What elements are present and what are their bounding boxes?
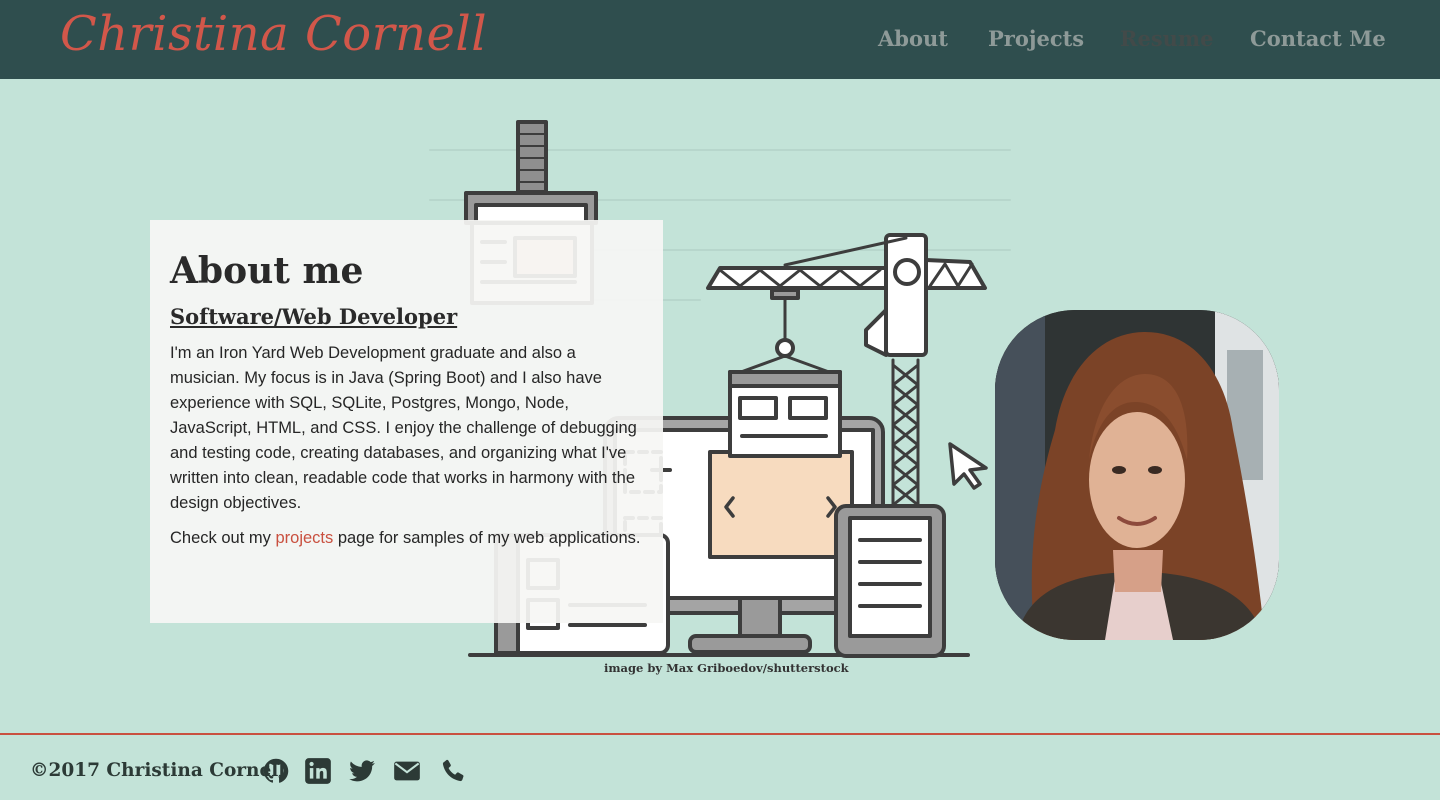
nav-resume[interactable]: Resume bbox=[1120, 26, 1214, 51]
cta-text-before: Check out my bbox=[170, 529, 276, 547]
linkedin-icon[interactable] bbox=[304, 757, 332, 785]
envelope-icon[interactable] bbox=[393, 757, 421, 785]
portrait-image bbox=[995, 310, 1279, 640]
profile-photo bbox=[995, 310, 1279, 640]
nav-projects[interactable]: Projects bbox=[988, 26, 1084, 51]
site-header: Christina Cornell About Projects Resume … bbox=[0, 0, 1440, 79]
copyright-text: ©2017 Christina Cornell bbox=[30, 760, 286, 781]
cta-text-after: page for samples of my web applications. bbox=[333, 529, 641, 547]
projects-cta: Check out my projects page for samples o… bbox=[170, 526, 643, 551]
about-card: About me Software/Web Developer I'm an I… bbox=[150, 220, 663, 623]
github-icon[interactable] bbox=[262, 757, 290, 785]
projects-link[interactable]: projects bbox=[275, 529, 333, 547]
footer-divider bbox=[0, 733, 1440, 735]
image-credit: image by Max Griboedov/shutterstock bbox=[604, 661, 849, 675]
about-paragraph: I'm an Iron Yard Web Development graduat… bbox=[170, 344, 637, 512]
site-logo[interactable]: Christina Cornell bbox=[60, 6, 487, 62]
nav-contact-me[interactable]: Contact Me bbox=[1250, 26, 1386, 51]
nav-about[interactable]: About bbox=[878, 26, 948, 51]
twitter-icon[interactable] bbox=[348, 757, 376, 785]
about-heading: About me bbox=[170, 250, 364, 292]
about-subheading: Software/Web Developer bbox=[170, 304, 458, 329]
phone-icon[interactable] bbox=[439, 757, 467, 785]
